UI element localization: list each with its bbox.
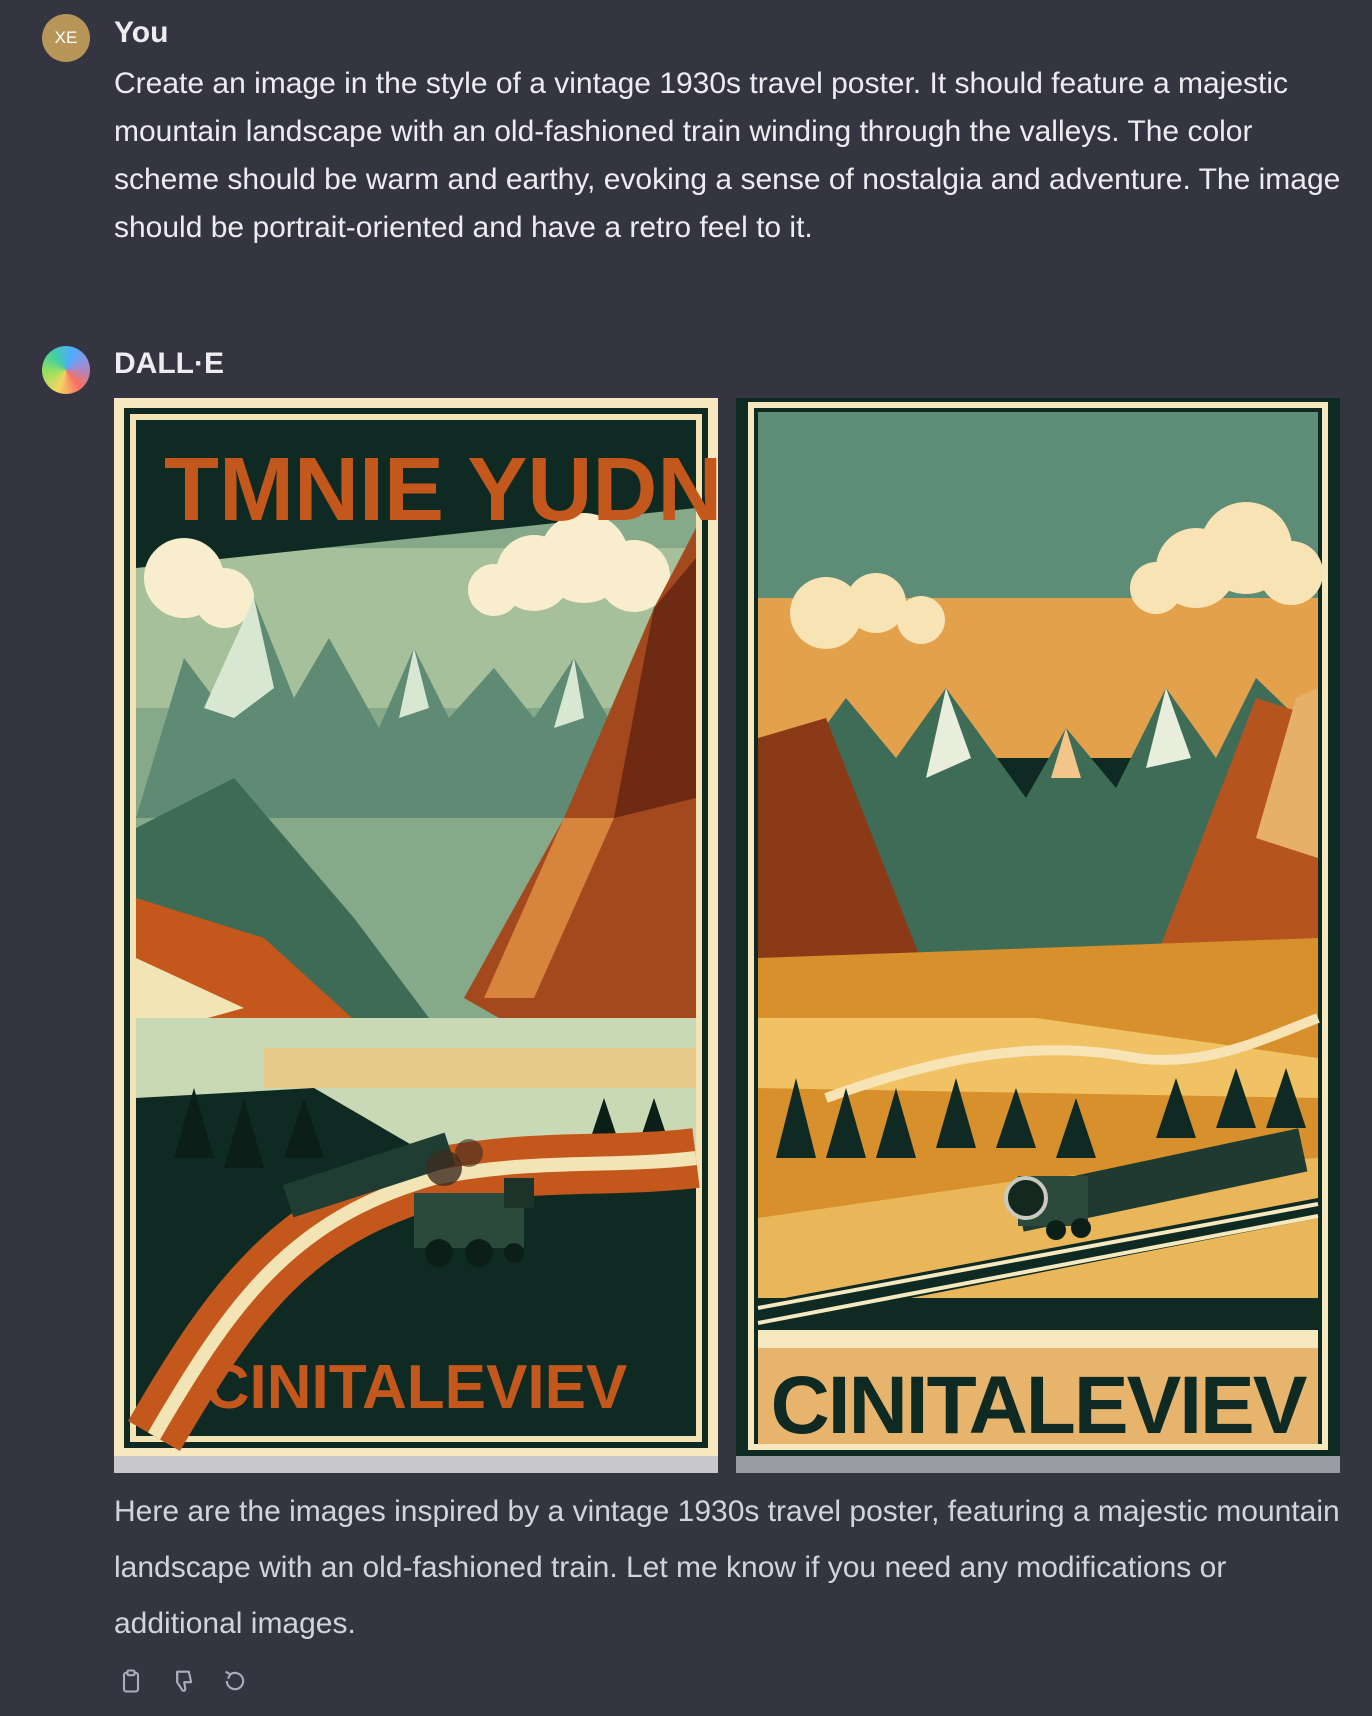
assistant-response-text: Here are the images inspired by a vintag… <box>114 1495 1340 1640</box>
poster-1-art: CINITALEVIEV TMNIE YUDNI <box>114 398 718 1473</box>
copy-button[interactable] <box>114 1664 148 1698</box>
user-avatar-initials: XE <box>54 28 78 47</box>
user-avatar: XE <box>42 14 90 62</box>
poster-1-footer: CINITALEVIEV <box>205 1353 628 1422</box>
generated-image-2[interactable]: CINITALEVIEV <box>736 398 1340 1473</box>
assistant-author-name: DALL·E <box>114 347 224 380</box>
thumbs-down-button[interactable] <box>166 1664 200 1698</box>
thumbs-down-icon <box>176 1670 193 1692</box>
message-actions <box>114 1664 252 1698</box>
generated-image-1[interactable]: CINITALEVIEV TMNIE YUDNI <box>114 398 718 1473</box>
poster-2-art: CINITALEVIEV <box>736 398 1340 1473</box>
poster-1-headline: TMNIE YUDNI <box>164 440 718 540</box>
regenerate-icon <box>225 1670 245 1691</box>
copy-icon <box>122 1669 140 1693</box>
user-author-name: You <box>114 16 169 49</box>
dalle-avatar <box>42 346 90 394</box>
user-prompt-text: Create an image in the style of a vintag… <box>114 67 1341 244</box>
regenerate-button[interactable] <box>218 1664 252 1698</box>
poster-2-footer: CINITALEVIEV <box>771 1360 1308 1451</box>
